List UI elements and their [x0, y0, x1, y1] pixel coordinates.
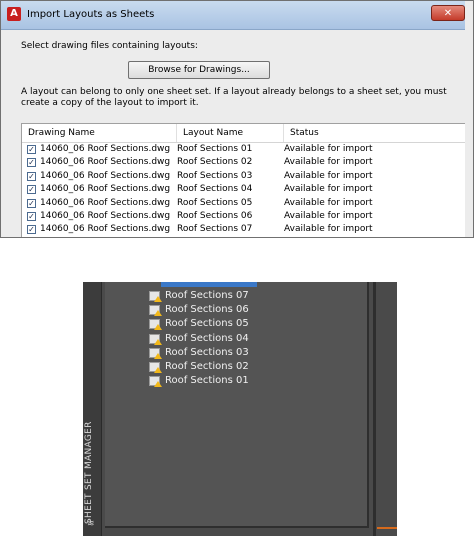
drawing-name-cell: 14060_06 Roof Sections.dwg: [40, 184, 171, 195]
sheet-tree[interactable]: Roof Sections 07 Roof Sections 06 Roof Sec…: [105, 282, 369, 528]
dialog-titlebar[interactable]: A Import Layouts as Sheets ✕: [1, 1, 473, 30]
drawing-name-cell: 14060_06 Roof Sections.dwg: [40, 157, 171, 168]
table-row[interactable]: ✓ 14060_06 Roof Sections.dwg Roof Sections…: [22, 170, 466, 183]
column-header-drawing-name[interactable]: Drawing Name: [22, 124, 177, 142]
status-cell: Available for import: [284, 170, 373, 181]
row-checkbox[interactable]: ✓: [27, 158, 36, 168]
layout-name-cell: Roof Sections 02: [177, 157, 253, 168]
palette-divider: [373, 282, 376, 536]
layouts-list[interactable]: Drawing Name Layout Name Status ✓ 14060_0…: [21, 123, 467, 237]
drawing-name-cell: 14060_06 Roof Sections.dwg: [40, 197, 171, 208]
row-checkbox[interactable]: ✓: [27, 225, 36, 235]
row-checkbox[interactable]: ✓: [27, 198, 36, 208]
list-header: Drawing Name Layout Name Status: [22, 124, 466, 143]
table-row[interactable]: ✓ 14060_06 Roof Sections.dwg Roof Sections…: [22, 143, 466, 156]
layout-name-cell: Roof Sections 05: [177, 197, 253, 208]
column-header-layout-name[interactable]: Layout Name: [177, 124, 284, 142]
table-row[interactable]: ✓ 14060_06 Roof Sections.dwg Roof Sections…: [22, 156, 466, 169]
import-layouts-dialog: A Import Layouts as Sheets ✕ Select draw…: [0, 0, 474, 238]
dialog-right-edge: [465, 1, 473, 237]
layout-name-cell: Roof Sections 04: [177, 184, 253, 195]
browse-for-drawings-button[interactable]: Browse for Drawings...: [128, 61, 270, 79]
row-checkbox[interactable]: ✓: [27, 185, 36, 195]
instruction-label: Select drawing files containing layouts:: [21, 41, 198, 51]
sheet-warning-icon: [149, 333, 162, 345]
layout-name-cell: Roof Sections 07: [177, 224, 253, 235]
sheet-label: Roof Sections 04: [165, 332, 249, 344]
drawing-name-cell: 14060_06 Roof Sections.dwg: [40, 144, 171, 154]
palette-title-strip[interactable]: ≋ SHEET SET MANAGER: [83, 282, 102, 536]
selected-tree-item[interactable]: [161, 282, 257, 287]
status-cell: Available for import: [284, 184, 373, 195]
status-cell: Available for import: [284, 197, 373, 208]
status-cell: Available for import: [284, 144, 373, 154]
row-checkbox[interactable]: ✓: [27, 171, 36, 181]
sheet-label: Roof Sections 06: [165, 304, 249, 316]
status-cell: Available for import: [284, 210, 373, 221]
sheet-warning-icon: [149, 362, 162, 373]
sheet-label: Roof Sections 02: [165, 361, 249, 372]
column-header-status[interactable]: Status: [284, 124, 466, 142]
autocad-app-icon: A: [7, 7, 21, 21]
status-cell: Available for import: [284, 224, 373, 235]
drawing-name-cell: 14060_06 Roof Sections.dwg: [40, 210, 171, 221]
sheet-warning-icon: [149, 319, 162, 331]
layout-name-cell: Roof Sections 06: [177, 210, 253, 221]
table-row[interactable]: ✓ 14060_06 Roof Sections.dwg Roof Sections…: [22, 183, 466, 196]
sheet-label: Roof Sections 05: [165, 318, 249, 330]
palette-label: SHEET SET MANAGER: [84, 421, 94, 524]
layout-name-cell: Roof Sections 03: [177, 170, 253, 181]
table-row[interactable]: ✓ 14060_06 Roof Sections.dwg Roof Sections…: [22, 197, 466, 210]
sheet-set-manager-palette: ≋ SHEET SET MANAGER Roof Sections 07 Roof…: [83, 282, 397, 536]
sheet-label: Roof Sections 03: [165, 346, 249, 358]
sheet-warning-icon: [149, 291, 162, 302]
palette-accent: [377, 527, 397, 529]
row-checkbox[interactable]: ✓: [27, 145, 36, 154]
sheet-warning-icon: [149, 376, 162, 388]
close-button[interactable]: ✕: [431, 5, 465, 21]
dialog-title: Import Layouts as Sheets: [27, 9, 155, 20]
status-cell: Available for import: [284, 157, 373, 168]
sheet-warning-icon: [149, 305, 162, 317]
table-row[interactable]: ✓ 14060_06 Roof Sections.dwg Roof Sections…: [22, 210, 466, 223]
sheet-label: Roof Sections 01: [165, 375, 249, 387]
sheet-set-note: A layout can belong to only one sheet se…: [21, 87, 447, 108]
layout-name-cell: Roof Sections 01: [177, 144, 253, 154]
sheet-label: Roof Sections 07: [165, 290, 249, 301]
drawing-name-cell: 14060_06 Roof Sections.dwg: [40, 170, 171, 181]
sheet-warning-icon: [149, 347, 162, 359]
drawing-name-cell: 14060_06 Roof Sections.dwg: [40, 224, 171, 235]
row-checkbox[interactable]: ✓: [27, 211, 36, 221]
table-row[interactable]: ✓ 14060_06 Roof Sections.dwg Roof Sections…: [22, 223, 466, 236]
